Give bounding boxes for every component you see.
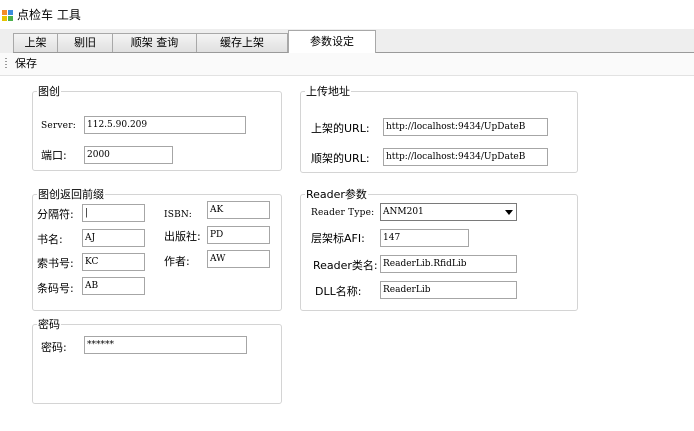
- toolbar-grip-icon[interactable]: [5, 58, 7, 70]
- reader-type-select[interactable]: ANM201: [380, 203, 517, 221]
- reader-params-legend: Reader参数: [305, 188, 368, 201]
- upload-address-group: 上传地址 上架的URL: http://localhost:9434/UpDat…: [300, 85, 578, 173]
- tab-shelve[interactable]: 上架: [13, 33, 58, 52]
- port-label: 端口:: [41, 149, 67, 162]
- tab-shelf-query[interactable]: 顺架 查询: [112, 33, 197, 52]
- reader-type-value: ANM201: [383, 207, 424, 217]
- isbn-input[interactable]: AK: [207, 201, 270, 219]
- window-title: 点检车 工具: [17, 8, 81, 22]
- toolbar: [0, 53, 694, 76]
- server-input[interactable]: 112.5.90.209: [84, 116, 246, 134]
- reader-class-input[interactable]: ReaderLib.RfidLib: [380, 255, 517, 273]
- tuchuang-group: 图创 Server: 112.5.90.209 端口: 2000: [32, 85, 282, 171]
- password-group: 密码 密码: ******: [32, 318, 282, 404]
- return-prefix-group: 图创返回前缀 分隔符: | ISBN: AK 书名: AJ 出版社: PD 索书…: [32, 188, 282, 311]
- author-input[interactable]: AW: [207, 250, 270, 268]
- call-number-input[interactable]: KC: [82, 253, 145, 271]
- shelf-url-label: 上架的URL:: [311, 122, 370, 135]
- tab-cache-shelve[interactable]: 缓存上架: [196, 33, 288, 52]
- separator-label: 分隔符:: [37, 208, 74, 221]
- title-bar: 点检车 工具: [0, 0, 694, 29]
- save-button[interactable]: 保存: [13, 56, 39, 72]
- reader-class-label: Reader类名:: [313, 259, 378, 272]
- dll-name-label: DLL名称:: [315, 285, 362, 298]
- reader-params-group: Reader参数 Reader Type: ANM201 层架标AFI: 147…: [300, 188, 578, 311]
- dll-name-input[interactable]: ReaderLib: [380, 281, 517, 299]
- password-label: 密码:: [41, 341, 67, 354]
- barcode-label: 条码号:: [37, 282, 74, 295]
- order-url-label: 顺架的URL:: [311, 152, 370, 165]
- separator-input[interactable]: |: [82, 204, 145, 222]
- server-label: Server:: [41, 121, 76, 131]
- reader-type-label: Reader Type:: [311, 208, 375, 218]
- tab-parameter-settings[interactable]: 参数设定: [288, 30, 376, 53]
- settings-panel: 图创 Server: 112.5.90.209 端口: 2000 上传地址 上架…: [0, 76, 694, 431]
- tab-weed-out[interactable]: 剔旧: [57, 33, 113, 52]
- order-url-input[interactable]: http://localhost:9434/UpDateB: [383, 148, 548, 166]
- password-legend: 密码: [37, 318, 61, 331]
- call-number-label: 索书号:: [37, 257, 74, 270]
- isbn-label: ISBN:: [164, 210, 192, 220]
- return-prefix-legend: 图创返回前缀: [37, 188, 105, 201]
- barcode-input[interactable]: AB: [82, 277, 145, 295]
- port-input[interactable]: 2000: [84, 146, 173, 164]
- tuchuang-legend: 图创: [37, 85, 61, 98]
- afi-label: 层架标AFI:: [311, 232, 365, 245]
- password-input[interactable]: ******: [84, 336, 247, 354]
- app-window-icon: [2, 10, 13, 21]
- book-title-label: 书名:: [37, 233, 63, 246]
- publisher-input[interactable]: PD: [207, 226, 270, 244]
- publisher-label: 出版社:: [164, 230, 201, 243]
- chevron-down-icon[interactable]: [505, 210, 513, 215]
- separator-value: |: [85, 208, 89, 218]
- shelf-url-input[interactable]: http://localhost:9434/UpDateB: [383, 118, 548, 136]
- upload-address-legend: 上传地址: [305, 85, 351, 98]
- author-label: 作者:: [164, 255, 190, 268]
- afi-input[interactable]: 147: [380, 229, 469, 247]
- tab-strip: 上架 剔旧 顺架 查询 缓存上架 参数设定: [0, 29, 694, 53]
- book-title-input[interactable]: AJ: [82, 229, 145, 247]
